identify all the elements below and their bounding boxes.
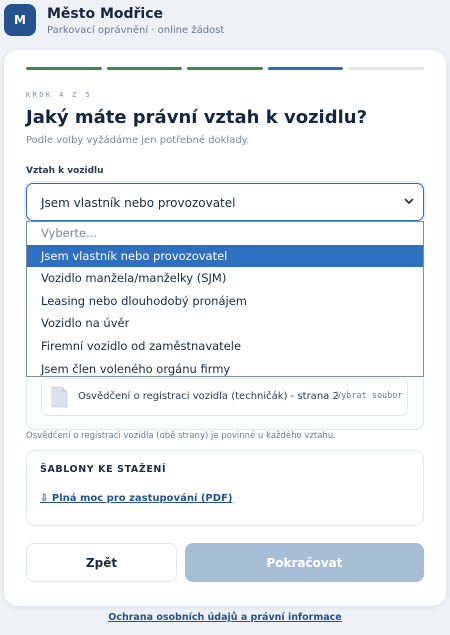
relation-field-label: Vztah k vozidlu xyxy=(26,166,104,176)
continue-button[interactable]: Pokračovat xyxy=(185,543,424,582)
back-button[interactable]: Zpět xyxy=(26,543,177,582)
app-header: M Město Modřice Parkovací oprávnění · on… xyxy=(0,0,450,44)
progress-step-3 xyxy=(187,67,263,70)
progress-step-5 xyxy=(348,67,424,70)
dropdown-option[interactable]: Vozidlo na úvěr xyxy=(27,312,423,335)
dropdown-option[interactable]: Vyberte... xyxy=(27,222,423,245)
dropdown-option[interactable]: Jsem člen voleného orgánu firmy xyxy=(27,358,423,381)
dropdown-option[interactable]: Vozidlo manžela/manželky (SJM) xyxy=(27,267,423,290)
relation-select-value: Jsem vlastník nebo provozovatel xyxy=(41,196,236,210)
dropdown-option[interactable]: Firemní vozidlo od zaměstnavatele xyxy=(27,335,423,358)
select-file-button[interactable]: Vybrat soubor xyxy=(336,391,403,401)
relation-dropdown-list: Vyberte... Jsem vlastník nebo provozovate… xyxy=(26,221,424,377)
page-title: Jaký máte právní vztah k vozidlu? xyxy=(26,107,368,128)
document-icon xyxy=(51,386,68,408)
page-subtitle: Podle volby vyžádáme jen potřebné doklad… xyxy=(26,135,250,146)
power-of-attorney-link[interactable]: ⇩ Plná moc pro zastupování (PDF) xyxy=(40,493,232,504)
relation-select[interactable]: Jsem vlastník nebo provozovatel xyxy=(26,183,424,221)
privacy-link[interactable]: Ochrana osobních údajů a právní informac… xyxy=(0,612,450,623)
templates-section xyxy=(26,450,424,526)
step-kicker: KROK 4 Z 5 xyxy=(26,91,93,99)
app-subtitle: Parkovací oprávnění · online žádost xyxy=(47,25,225,36)
progress-step-2 xyxy=(106,67,183,70)
chevron-down-icon xyxy=(404,198,414,204)
app-title: Město Modřice xyxy=(47,6,164,22)
upload-hint: Osvědčení o registraci vozidla (obě stra… xyxy=(26,431,336,441)
templates-title: ŠABLONY KE STAŽENÍ xyxy=(40,464,167,475)
progress-step-4 xyxy=(267,67,344,70)
dropdown-option[interactable]: Jsem vlastník nebo provozovatel xyxy=(27,244,423,268)
file-name: Osvědčení o registraci vozidla (techničá… xyxy=(78,391,339,402)
dropdown-option[interactable]: Leasing nebo dlouhodobý pronájem xyxy=(27,290,423,313)
city-logo: M xyxy=(4,4,36,36)
progress-stepper xyxy=(26,67,424,71)
progress-step-1 xyxy=(26,67,102,70)
